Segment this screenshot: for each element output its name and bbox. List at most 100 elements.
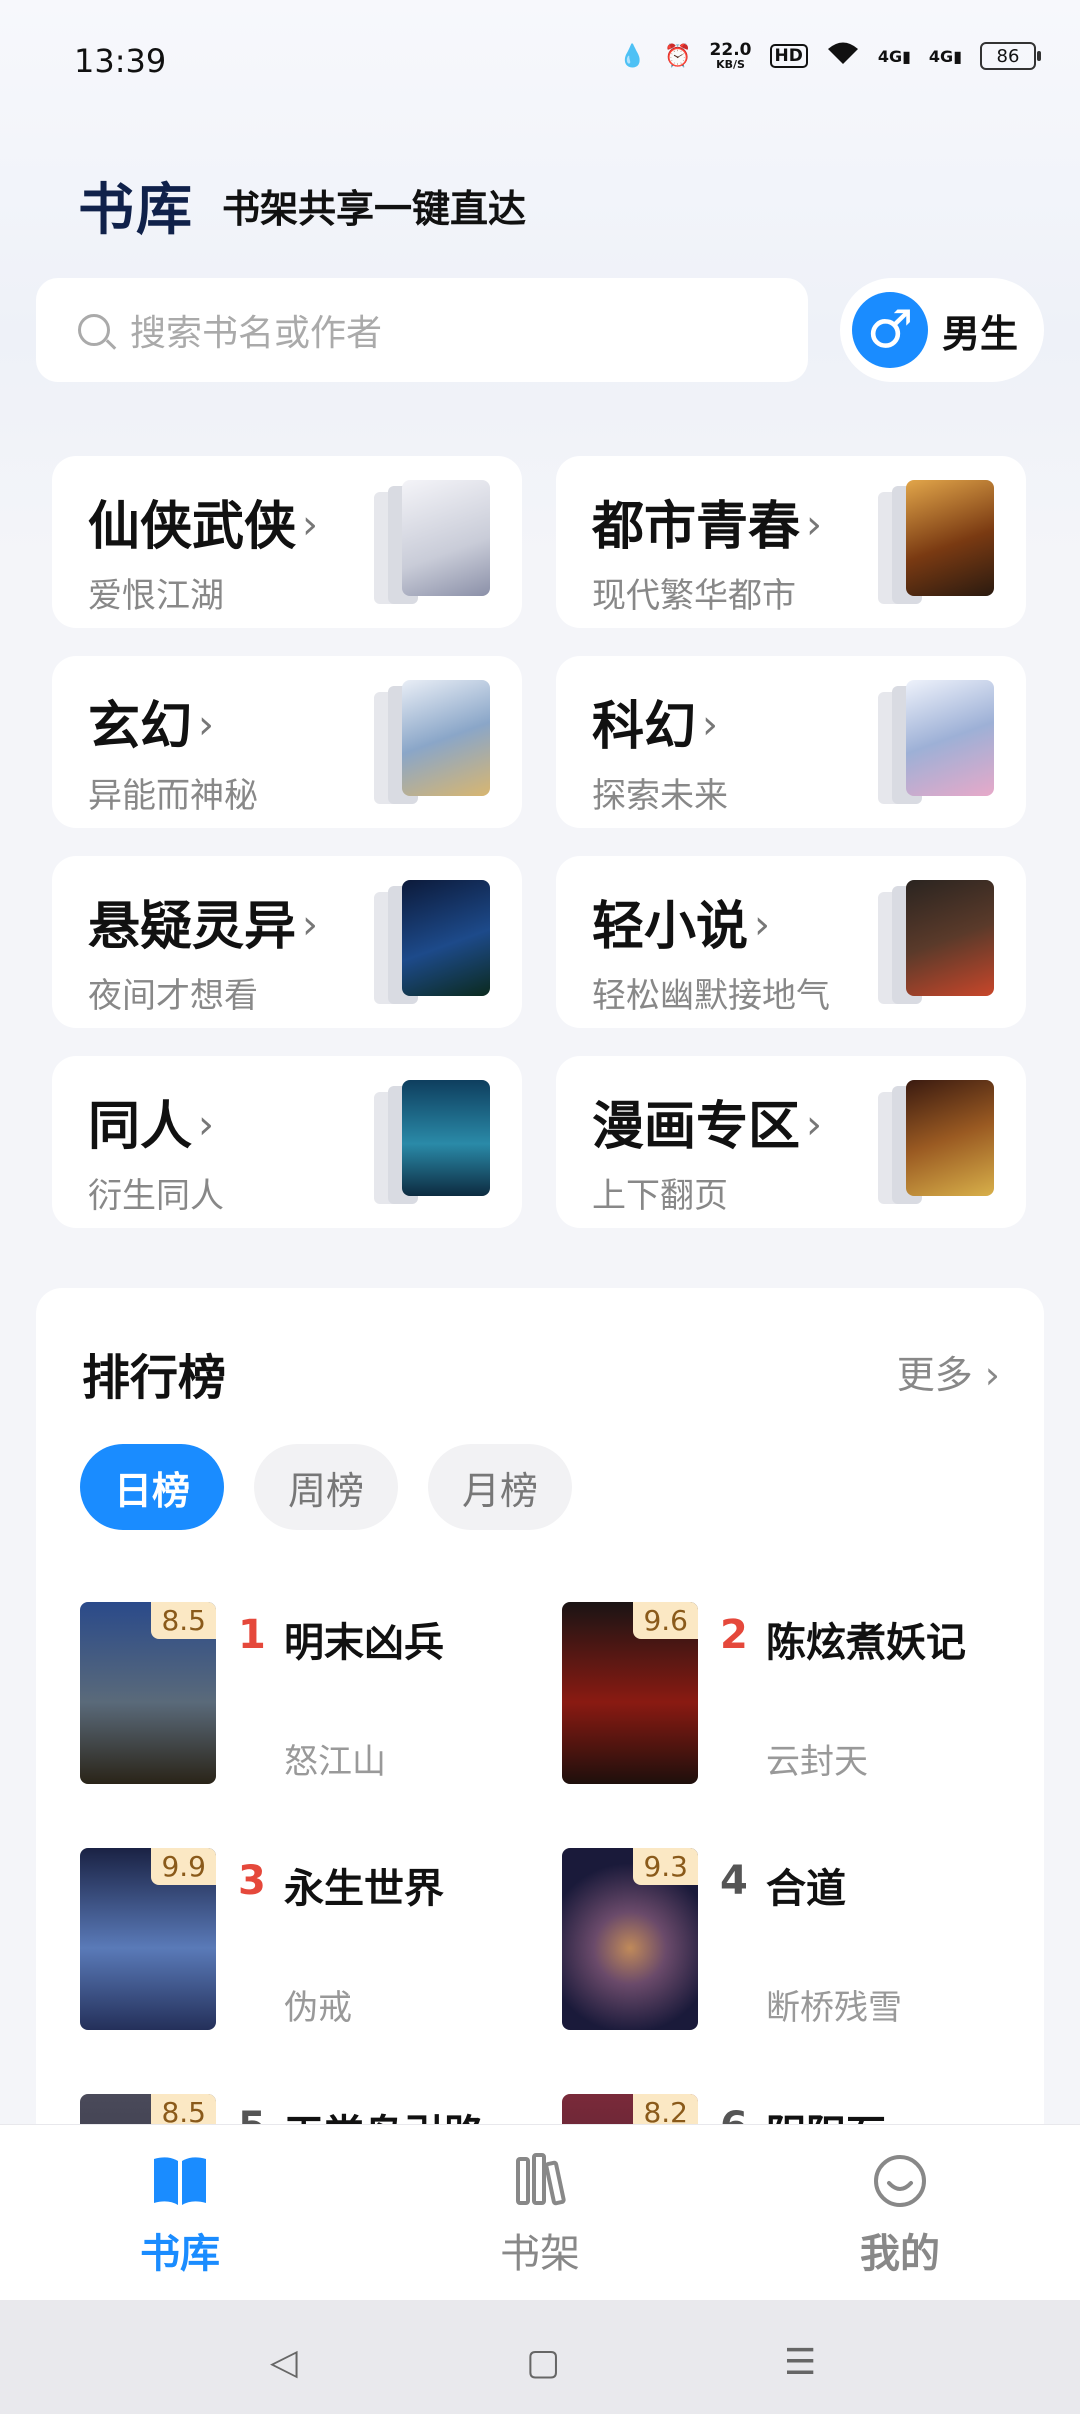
category-desc: 衍生同人 (88, 1176, 224, 1216)
book-score: 9.9 (151, 1848, 216, 1885)
signal-icon-1: 4G▮ (877, 46, 911, 66)
category-desc: 夜间才想看 (88, 976, 258, 1016)
home-icon[interactable]: ▢ (526, 2342, 560, 2383)
ranking-book[interactable]: 8.5 1 明末凶兵 怒江山 (80, 1602, 560, 1792)
category-cover (906, 1080, 994, 1196)
category-card-tongren[interactable]: 同人 › 衍生同人 (52, 1056, 522, 1228)
chevron-right-icon: › (702, 702, 719, 748)
category-card-xuanyi[interactable]: 悬疑灵异 › 夜间才想看 (52, 856, 522, 1028)
hd-icon: HD (769, 44, 808, 68)
wifi-icon (826, 40, 860, 72)
bottom-nav: 书库 书架 我的 (0, 2124, 1080, 2301)
book-rank: 4 (720, 1858, 748, 1904)
alarm-icon: ⏰ (664, 43, 692, 69)
chevron-right-icon: › (302, 502, 319, 548)
chevron-right-icon: › (984, 1353, 1000, 1397)
signal-icon-2: 4G▮ (928, 46, 962, 66)
category-name: 悬疑灵异 (88, 897, 297, 957)
search-input[interactable]: 搜索书名或作者 (36, 278, 808, 382)
nav-label: 我的 (860, 2231, 940, 2277)
nav-label: 书架 (500, 2231, 580, 2277)
nav-item-mine[interactable]: 我的 (800, 2153, 1000, 2279)
ranking-book[interactable]: 9.6 2 陈炫煮妖记 云封天 (562, 1602, 1042, 1792)
network-speed: 22.0 KB/S (709, 39, 752, 71)
book-author: 断桥残雪 (766, 1988, 902, 2028)
category-cover (402, 1080, 490, 1196)
book-rank: 1 (238, 1612, 266, 1658)
category-desc: 探索未来 (592, 776, 728, 816)
category-card-manhua[interactable]: 漫画专区 › 上下翻页 (556, 1056, 1026, 1228)
page-subtitle: 书架共享一键直达 (222, 187, 527, 231)
nav-item-library[interactable]: 书库 (80, 2153, 280, 2279)
book-rank: 3 (238, 1858, 266, 1904)
book-title: 陈炫煮妖记 (766, 1620, 966, 1666)
gender-label: 男生 (942, 311, 1019, 356)
system-nav-bar: ◁ ▢ ☰ (0, 2300, 1080, 2414)
smile-icon (800, 2153, 1000, 2213)
tab-weekly[interactable]: 周榜 (254, 1444, 398, 1530)
category-cover (402, 480, 490, 596)
category-desc: 现代繁华都市 (592, 576, 796, 616)
battery-icon: 86 (980, 42, 1041, 70)
category-name: 同人 (88, 1097, 193, 1157)
chevron-right-icon: › (198, 1102, 215, 1148)
nav-label: 书库 (140, 2231, 220, 2277)
gender-toggle-button[interactable]: ♂ 男生 (840, 278, 1044, 382)
tab-daily[interactable]: 日榜 (80, 1444, 224, 1530)
bookshelf-icon (440, 2153, 640, 2213)
tab-monthly[interactable]: 月榜 (428, 1444, 572, 1530)
ranking-book[interactable]: 9.9 3 永生世界 伪戒 (80, 1848, 560, 2038)
category-cover (906, 480, 994, 596)
category-name: 漫画专区 (592, 1097, 801, 1157)
book-score: 9.6 (633, 1602, 698, 1639)
search-icon (78, 314, 110, 346)
category-card-dushi[interactable]: 都市青春 › 现代繁华都市 (556, 456, 1026, 628)
category-desc: 异能而神秘 (88, 776, 258, 816)
ranking-title: 排行榜 (82, 1350, 227, 1406)
chevron-right-icon: › (302, 902, 319, 948)
category-name: 仙侠武侠 (88, 497, 297, 557)
book-author: 怒江山 (284, 1742, 386, 1782)
chevron-right-icon: › (806, 502, 823, 548)
category-cover (402, 680, 490, 796)
status-icons: 💧 ⏰ 22.0 KB/S HD 4G▮ 4G▮ 86 (618, 39, 1041, 72)
category-cover (402, 880, 490, 996)
category-cover (906, 880, 994, 996)
ranking-book[interactable]: 9.3 4 合道 断桥残雪 (562, 1848, 1042, 2038)
ranking-tabs: 日榜 周榜 月榜 (80, 1444, 572, 1530)
ranking-more-link[interactable]: 更多 › (897, 1344, 1000, 1399)
category-desc: 上下翻页 (592, 1176, 728, 1216)
status-bar: 13:39 💧 ⏰ 22.0 KB/S HD 4G▮ 4G▮ 86 (0, 0, 1080, 120)
chevron-right-icon: › (754, 902, 771, 948)
book-cover: 9.3 (562, 1848, 698, 2030)
book-rank: 2 (720, 1612, 748, 1658)
category-card-qingxiaoshuo[interactable]: 轻小说 › 轻松幽默接地气 (556, 856, 1026, 1028)
male-icon: ♂ (852, 292, 928, 368)
category-card-xianxia[interactable]: 仙侠武侠 › 爱恨江湖 (52, 456, 522, 628)
category-name: 都市青春 (592, 497, 801, 557)
data-saver-icon: 💧 (618, 43, 647, 69)
book-score: 9.3 (633, 1848, 698, 1885)
category-name: 玄幻 (88, 697, 193, 757)
back-icon[interactable]: ◁ (270, 2342, 298, 2383)
category-card-xuanhuan[interactable]: 玄幻 › 异能而神秘 (52, 656, 522, 828)
chevron-right-icon: › (198, 702, 215, 748)
category-name: 科幻 (592, 697, 697, 757)
category-cover (906, 680, 994, 796)
ranking-card: 排行榜 更多 › 日榜 周榜 月榜 8.5 1 明末凶兵 怒江山 9.6 2 陈… (36, 1288, 1044, 2148)
book-cover: 9.6 (562, 1602, 698, 1784)
book-cover: 9.9 (80, 1848, 216, 2030)
category-desc: 轻松幽默接地气 (592, 976, 830, 1016)
chevron-right-icon: › (806, 1102, 823, 1148)
search-placeholder: 搜索书名或作者 (130, 313, 383, 354)
book-cover: 8.5 (80, 1602, 216, 1784)
recents-icon[interactable]: ☰ (784, 2342, 816, 2383)
book-title: 永生世界 (284, 1866, 444, 1912)
category-name: 轻小说 (592, 897, 749, 957)
book-author: 云封天 (766, 1742, 868, 1782)
category-card-kehuan[interactable]: 科幻 › 探索未来 (556, 656, 1026, 828)
category-desc: 爱恨江湖 (88, 576, 224, 616)
book-author: 伪戒 (284, 1988, 352, 2028)
nav-item-bookshelf[interactable]: 书架 (440, 2153, 640, 2279)
book-icon (80, 2153, 280, 2213)
